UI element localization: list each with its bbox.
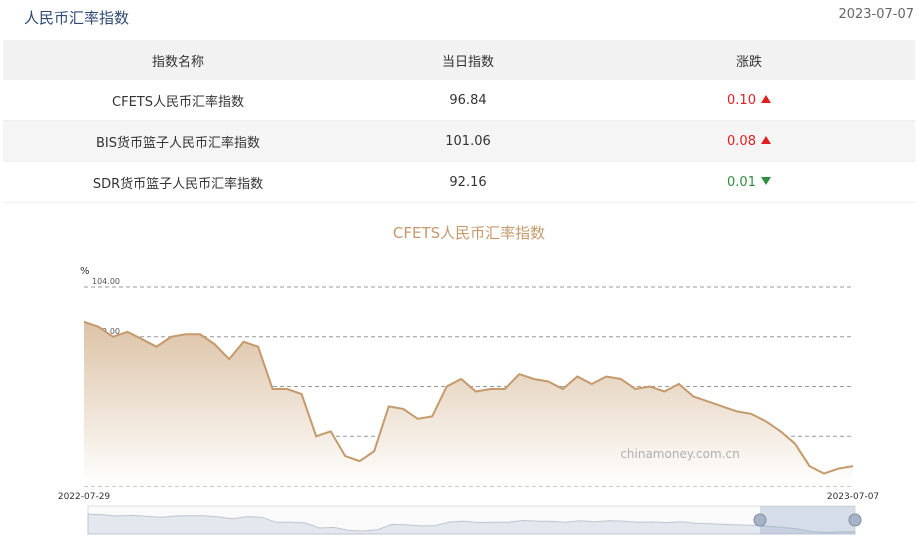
change-value: 0.10 [727, 92, 756, 108]
index-name: BIS货币篮子人民币汇率指数 [3, 120, 353, 162]
column-header-name: 指数名称 [3, 40, 353, 80]
table-row: CFETS人民币汇率指数 96.84 0.10 [3, 80, 915, 121]
table-row: SDR货币篮子人民币汇率指数 92.16 0.01 [3, 161, 915, 203]
x-end-label: 2023-07-07 [827, 492, 879, 502]
chart-title: CFETS人民币汇率指数 [393, 224, 545, 242]
change-value: 0.01 [727, 174, 756, 190]
arrow-up-icon [760, 95, 771, 103]
column-header-value: 当日指数 [353, 40, 583, 80]
index-name: SDR货币篮子人民币汇率指数 [3, 161, 353, 203]
area-fill [84, 321, 853, 486]
table-header-row: 指数名称 当日指数 涨跌 [3, 40, 915, 80]
index-value: 101.06 [353, 120, 583, 162]
table-row: BIS货币篮子人民币汇率指数 101.06 0.08 [3, 120, 915, 162]
navigator-right-handle[interactable] [848, 513, 862, 527]
index-change: 0.01 [583, 161, 915, 203]
cfets-chart: CFETS人民币汇率指数 % 104.00102.00100.0098.0096… [58, 224, 879, 535]
navigator-left-handle[interactable] [753, 513, 767, 527]
arrow-up-icon [760, 136, 771, 144]
page-title: 人民币汇率指数 [24, 9, 130, 27]
arrow-down-icon [760, 177, 771, 185]
navigator-selection[interactable] [760, 506, 855, 534]
x-start-label: 2022-07-29 [58, 492, 111, 502]
index-name: CFETS人民币汇率指数 [3, 80, 353, 121]
index-value: 96.84 [353, 80, 583, 121]
index-value: 92.16 [353, 161, 583, 203]
y-axis-unit: % [80, 266, 90, 277]
change-value: 0.08 [727, 133, 756, 149]
index-change: 0.10 [583, 80, 915, 121]
index-change: 0.08 [583, 120, 915, 162]
date-label: 2023-07-07 [838, 7, 914, 22]
watermark: chinamoney.com.cn [620, 447, 739, 461]
range-navigator[interactable] [87, 505, 862, 535]
column-header-change: 涨跌 [583, 40, 915, 80]
y-tick-label: 104.00 [92, 277, 120, 286]
index-table: 指数名称 当日指数 涨跌 CFETS人民币汇率指数 96.84 0.10 BIS… [3, 40, 915, 203]
